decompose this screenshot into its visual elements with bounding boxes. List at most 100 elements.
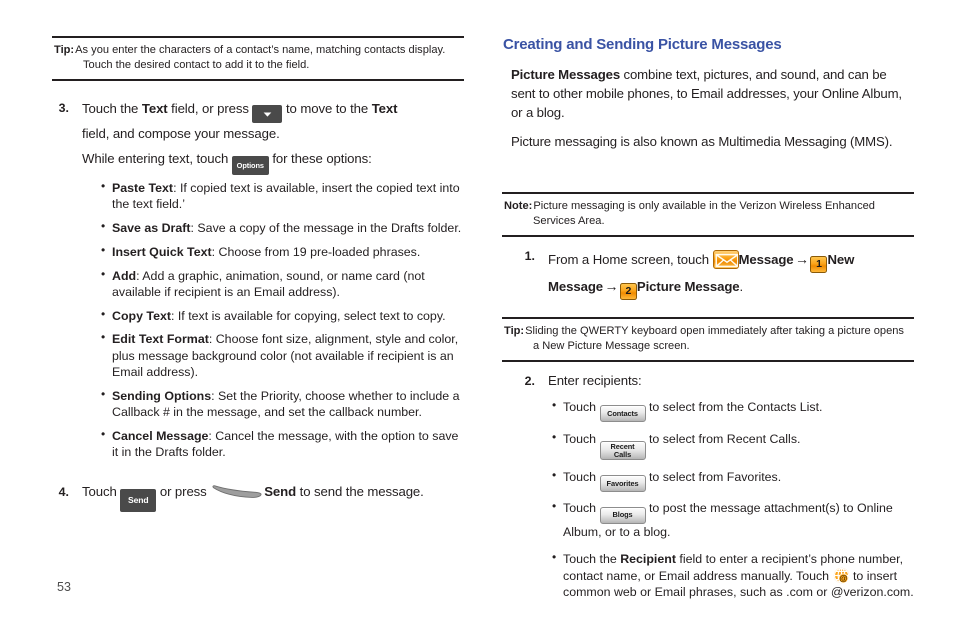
option-term: Sending Options xyxy=(112,388,212,403)
recent-calls-button[interactable]: Recent Calls xyxy=(599,441,646,461)
options-key[interactable]: Options xyxy=(231,155,269,175)
step-4-body: Touch Send or press Send to send the mes… xyxy=(82,482,464,512)
svg-text:@: @ xyxy=(839,573,847,583)
step-3-text-a: Touch the xyxy=(82,101,142,116)
step-3-text-c: to move to the xyxy=(282,101,372,116)
step-1-number: 1. xyxy=(524,249,535,263)
bullet-pre: Touch xyxy=(563,400,600,414)
list-item: Touch RecentCalls to select from Recent … xyxy=(552,430,914,461)
arrow-right-icon: → xyxy=(795,251,809,267)
step-3-body: Touch the Text field, or press ▼ to move… xyxy=(82,98,464,175)
step-3-bold-text-field: Text xyxy=(141,101,168,116)
step-3-line-3: While entering text, touch Options for t… xyxy=(82,146,464,175)
favorites-button[interactable]: Favorites xyxy=(599,474,646,492)
bullet-post: to select from Recent Calls. xyxy=(645,431,801,446)
note-callout-text: Note:Picture messaging is only available… xyxy=(504,199,912,229)
contacts-button[interactable]: Contacts xyxy=(599,405,646,423)
tip-label: Tip: xyxy=(54,44,75,56)
option-desc: : Save a copy of the message in the Draf… xyxy=(190,221,462,235)
list-item: Copy Text: If text is available for copy… xyxy=(101,306,464,324)
step-3-text-e: for these options: xyxy=(268,150,372,166)
list-item: Touch Favorites to select from Favorites… xyxy=(552,468,914,492)
option-term: Copy Text xyxy=(112,308,171,323)
intro-paragraph-1: Picture Messages combine text, pictures,… xyxy=(511,65,914,122)
step-3-line-2: field, and compose your message. xyxy=(82,126,280,141)
list-item: Add: Add a graphic, animation, sound, or… xyxy=(101,267,464,301)
tip-label-2: Tip: xyxy=(504,325,525,337)
option-term: Paste Text xyxy=(112,181,174,195)
step-4-text-a: Touch xyxy=(82,484,121,499)
step-1-text-a: From a Home screen, touch xyxy=(548,252,713,267)
badge-1[interactable]: 1 xyxy=(810,256,828,273)
send-soft-key-icon[interactable] xyxy=(212,485,262,500)
option-term: Add xyxy=(112,268,137,283)
tip-text: As you enter the characters of a contact… xyxy=(75,44,446,71)
blogs-button[interactable]: Blogs xyxy=(599,506,646,524)
step-2-body: Enter recipients: xyxy=(548,373,642,388)
option-desc: : Choose from 19 pre-loaded phrases. xyxy=(211,244,421,259)
step-1-label-message: Message xyxy=(738,252,794,267)
step-3-line-1: Touch the Text field, or press ▼ to move… xyxy=(82,98,464,123)
tip-callout-bottom: Tip:Sliding the QWERTY keyboard open imm… xyxy=(502,317,914,362)
page-number: 53 xyxy=(57,580,71,594)
intro-bold-term: Picture Messages xyxy=(511,67,621,82)
arrow-right-icon-2: → xyxy=(604,278,619,295)
step-3-text-b: field, or press xyxy=(167,101,253,116)
tip-callout-top-text: Tip:As you enter the characters of a con… xyxy=(54,43,462,73)
option-term: Save as Draft xyxy=(112,221,191,235)
option-term: Insert Quick Text xyxy=(112,244,212,259)
step-1: 1. From a Home screen, touch Message → 1 Ne… xyxy=(518,246,914,301)
option-desc: : Add a graphic, animation, sound, or na… xyxy=(112,268,425,299)
list-item: Cancel Message: Cancel the message, with… xyxy=(101,427,464,461)
step-1-period: . xyxy=(739,279,744,295)
step-3-options-list: Paste Text: If copied text is available,… xyxy=(101,179,464,468)
list-item: Sending Options: Set the Priority, choos… xyxy=(101,387,464,421)
step-1-body: From a Home screen, touch Message → 1 New M… xyxy=(548,246,914,301)
list-item: Edit Text Format: Choose font size, alig… xyxy=(101,330,464,380)
step-3-text-d: While entering text, touch xyxy=(82,150,232,166)
intro-paragraph-2: Picture messaging is also known as Multi… xyxy=(511,134,893,149)
step-2: 2. Enter recipients: xyxy=(518,371,914,391)
step-4: 4. Touch Send or press Send to send the … xyxy=(52,482,464,512)
note-callout: Note:Picture messaging is only available… xyxy=(502,192,914,237)
recipient-bold: Recipient xyxy=(620,551,676,566)
step-1-label-picture-message: Picture Message xyxy=(636,279,740,295)
list-item-recipient: Touch the Recipient field to enter a rec… xyxy=(552,550,914,601)
tip-callout-top: Tip:As you enter the characters of a con… xyxy=(52,36,464,81)
bullet-pre: Touch xyxy=(563,469,600,484)
badge-2[interactable]: 2 xyxy=(619,283,637,301)
chevron-down-icon: ▼ xyxy=(261,110,274,119)
step-4-bold-send: Send xyxy=(264,484,297,499)
step-3: 3. Touch the Text field, or press ▼ to m… xyxy=(52,98,464,175)
manual-page: Tip:As you enter the characters of a con… xyxy=(0,0,954,636)
list-item: Paste Text: If copied text is available,… xyxy=(101,179,464,213)
list-item: Touch Contacts to select from the Contac… xyxy=(552,398,914,423)
note-label: Note: xyxy=(504,200,533,212)
message-envelope-icon[interactable] xyxy=(712,250,739,269)
list-item: Insert Quick Text: Choose from 19 pre-lo… xyxy=(101,243,464,260)
tip-text-2: Sliding the QWERTY keyboard open immedia… xyxy=(525,325,904,352)
tip-callout-bottom-text: Tip:Sliding the QWERTY keyboard open imm… xyxy=(504,324,912,354)
step-2-bullets: Touch Contacts to select from the Contac… xyxy=(552,398,914,609)
option-term: Cancel Message xyxy=(112,428,209,443)
list-item: Save as Draft: Save a copy of the messag… xyxy=(101,219,464,236)
step-4-text-b: or press xyxy=(156,484,211,499)
step-3-bold-text-field-2: Text xyxy=(371,101,398,116)
step-4-number: 4. xyxy=(58,485,69,499)
note-text: Picture messaging is only available in t… xyxy=(533,200,875,227)
step-3-number: 3. xyxy=(58,101,69,115)
option-desc: : If text is available for copying, sele… xyxy=(170,308,446,323)
globe-at-icon[interactable]: @ xyxy=(833,567,850,584)
bullet-pre: Touch xyxy=(563,501,600,516)
send-key[interactable]: Send xyxy=(120,488,157,512)
list-item: Touch Blogs to post the message attachme… xyxy=(552,499,914,539)
step-2-number: 2. xyxy=(524,374,535,388)
bullet-pre: Touch xyxy=(563,431,600,446)
option-term: Edit Text Format xyxy=(112,332,209,347)
page-title: Creating and Sending Picture Messages xyxy=(503,36,782,53)
bullet-post: to select from Favorites. xyxy=(645,469,782,484)
step-4-text-c: to send the message. xyxy=(296,484,424,499)
down-arrow-key[interactable]: ▼ xyxy=(252,105,283,123)
bullet-post: to select from the Contacts List. xyxy=(645,400,823,414)
recipient-pre: Touch the xyxy=(563,551,621,566)
